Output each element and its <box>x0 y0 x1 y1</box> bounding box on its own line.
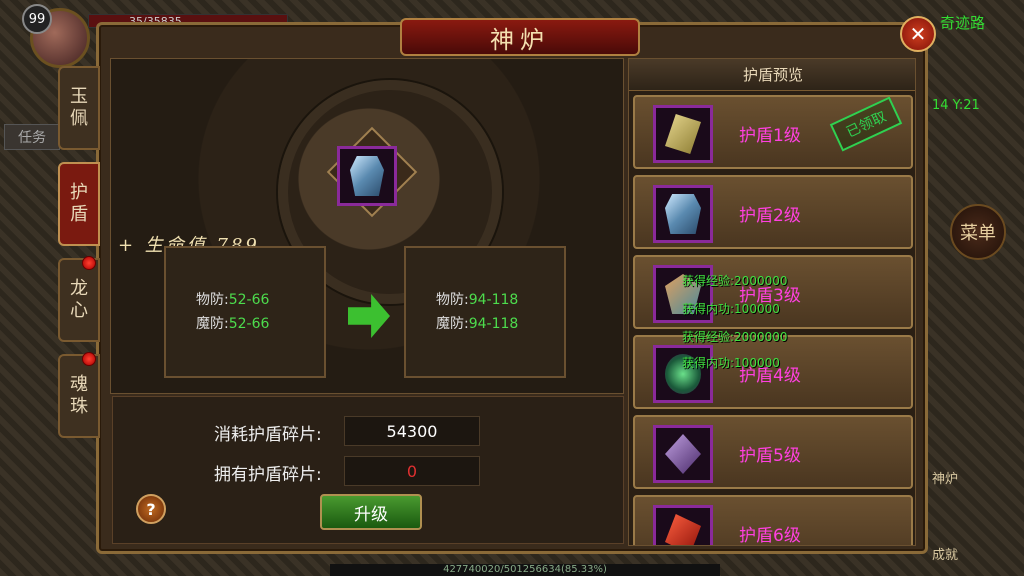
window-title: 神炉 <box>400 18 640 56</box>
reward-float-text: 获得经验:2000000 <box>682 330 788 344</box>
reward-float-text: 获得内功:100000 <box>682 302 780 316</box>
map-name: 奇迹路 <box>940 14 986 32</box>
shield-lv5-icon <box>665 434 701 474</box>
achievement-shortcut-label[interactable]: 成就 <box>932 544 958 563</box>
mag-def-value: 52-66 <box>228 316 270 332</box>
preview-item[interactable]: 护盾2级 <box>633 175 913 249</box>
item-slot <box>653 505 713 545</box>
upgrade-button[interactable]: 升级 <box>320 494 422 530</box>
item-slot <box>653 185 713 243</box>
mag-def-label: 魔防: <box>436 316 469 332</box>
mag-def-value: 94-118 <box>468 316 519 332</box>
phys-def-label: 物防: <box>436 292 469 308</box>
preview-item[interactable]: 护盾3级 <box>633 255 913 329</box>
notification-dot <box>82 352 96 366</box>
task-button[interactable]: 任务 <box>4 124 60 150</box>
tab-label: 护 盾 <box>70 181 88 226</box>
preview-item[interactable]: 护盾5级 <box>633 415 913 489</box>
current-shield-slot[interactable] <box>337 146 397 206</box>
tab-shield[interactable]: 护 盾 <box>58 162 100 246</box>
cost-label: 消耗护盾碎片: <box>214 425 322 445</box>
phys-def-value: 94-118 <box>468 292 519 308</box>
shield-icon <box>350 156 384 196</box>
player-level-badge: 99 <box>22 4 52 34</box>
phys-def-value: 52-66 <box>228 292 270 308</box>
next-stats-box: 物防:94-118 魔防:94-118 <box>404 246 566 378</box>
item-name: 护盾1级 <box>739 126 801 146</box>
exp-bar: 427740020/501256634(85.33%) <box>330 564 720 576</box>
help-button[interactable]: ? <box>136 494 166 524</box>
item-name: 护盾5级 <box>739 446 801 466</box>
mag-def-label: 魔防: <box>196 316 229 332</box>
map-coordinates: 14 Y:21 <box>932 98 980 113</box>
item-slot <box>653 105 713 163</box>
shield-lv1-icon <box>665 114 701 154</box>
shield-lv6-icon <box>665 514 701 545</box>
tab-label: 龙 心 <box>70 277 88 322</box>
tab-jade-pendant[interactable]: 玉 佩 <box>58 66 100 150</box>
tab-label: 玉 佩 <box>70 85 88 130</box>
current-stats-box: 物防:52-66 魔防:52-66 <box>164 246 326 378</box>
cost-value: 54300 <box>344 416 480 446</box>
preview-title: 护盾预览 <box>629 59 915 91</box>
item-name: 护盾2级 <box>739 206 801 226</box>
close-button[interactable]: ✕ <box>900 16 936 52</box>
preview-item[interactable]: 护盾1级 已领取 <box>633 95 913 169</box>
tab-dragon-heart[interactable]: 龙 心 <box>58 256 100 342</box>
item-slot <box>653 425 713 483</box>
preview-item[interactable]: 护盾6级 <box>633 495 913 546</box>
menu-button[interactable]: 菜单 <box>950 204 1006 260</box>
owned-label: 拥有护盾碎片: <box>214 465 322 485</box>
tab-label: 魂 珠 <box>70 373 88 418</box>
shield-lv2-icon <box>665 194 701 234</box>
preview-item[interactable]: 护盾4级 <box>633 335 913 409</box>
owned-value: 0 <box>344 456 480 486</box>
reward-float-text: 获得经验:2000000 <box>682 274 788 288</box>
furnace-shortcut-label[interactable]: 神炉 <box>932 468 958 487</box>
claimed-stamp: 已领取 <box>829 96 903 152</box>
tab-soul-bead[interactable]: 魂 珠 <box>58 352 100 438</box>
reward-float-text: 获得内功:100000 <box>682 356 780 370</box>
item-name: 护盾6级 <box>739 526 801 546</box>
notification-dot <box>82 256 96 270</box>
phys-def-label: 物防: <box>196 292 229 308</box>
